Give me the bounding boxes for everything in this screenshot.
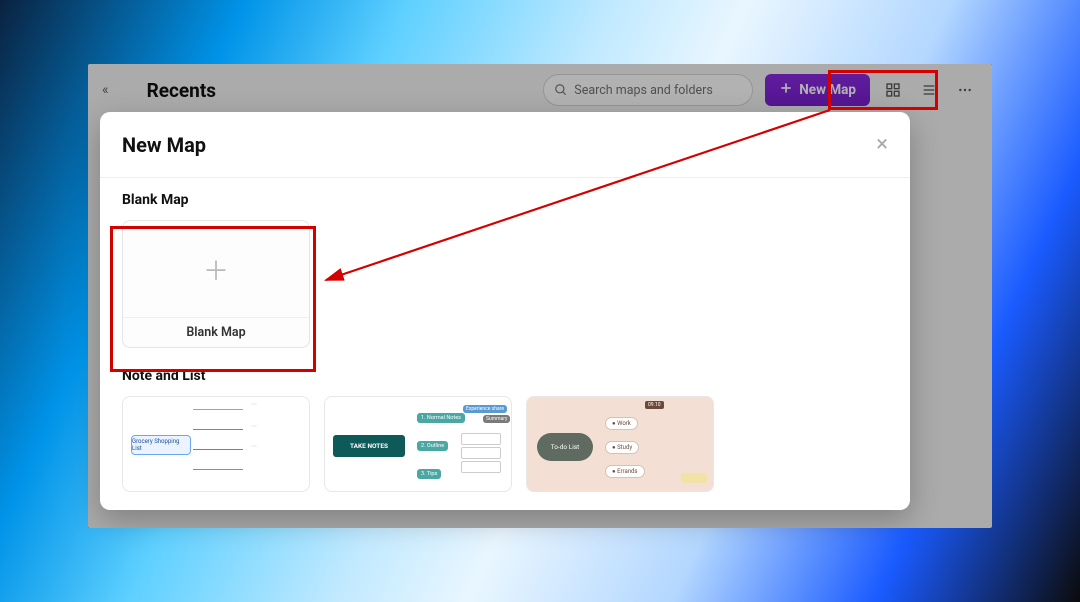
blank-map-thumb: ＋ [123,221,309,317]
template-card-todo[interactable]: To-do List 09.10 ● Work ● Study ● Errand… [526,396,714,492]
template-card-take-notes[interactable]: TAKE NOTES 1. Normal Notes 2. Outline 3.… [324,396,512,492]
section-title-note-list: Note and List [122,368,888,384]
template-root-label: To-do List [537,433,593,461]
close-icon[interactable]: × [876,134,888,156]
plus-icon: ＋ [203,251,229,288]
modal-body: Blank Map ＋ Blank Map Note and List Groc… [100,178,910,510]
template-root-label: Grocery Shopping List [131,435,191,455]
section-title-blank: Blank Map [122,192,888,208]
blank-map-card[interactable]: ＋ Blank Map [122,220,310,348]
new-map-modal: New Map × Blank Map ＋ Blank Map Note and… [100,112,910,510]
modal-header: New Map × [100,112,910,178]
template-card-grocery[interactable]: Grocery Shopping List [122,396,310,492]
template-root-label: TAKE NOTES [333,435,405,457]
modal-title: New Map [122,133,206,157]
blank-map-card-label: Blank Map [123,317,309,347]
